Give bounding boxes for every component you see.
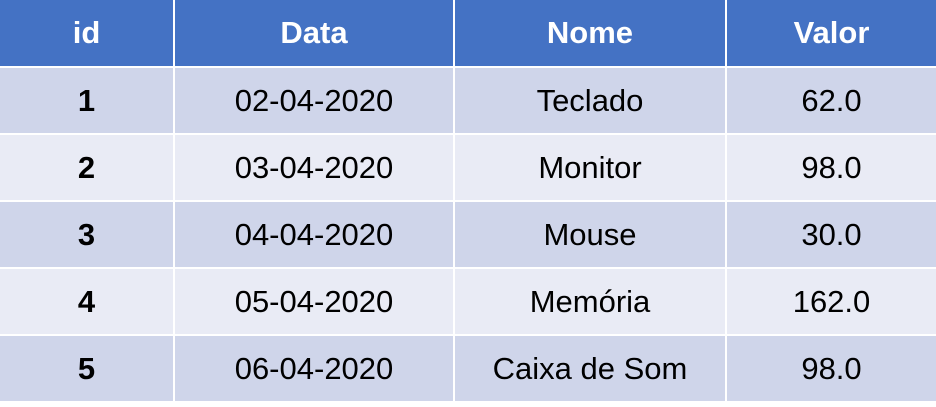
- table-row: 4 05-04-2020 Memória 162.0: [0, 267, 936, 336]
- table-body: 1 02-04-2020 Teclado 62.0 2 03-04-2020 M…: [0, 66, 936, 403]
- table-row: 3 04-04-2020 Mouse 30.0: [0, 200, 936, 269]
- column-header-valor: Valor: [725, 0, 936, 68]
- cell-id: 5: [0, 334, 175, 403]
- cell-id: 1: [0, 66, 175, 135]
- cell-data: 06-04-2020: [173, 334, 455, 403]
- cell-nome: Caixa de Som: [453, 334, 727, 403]
- cell-id: 3: [0, 200, 175, 269]
- cell-valor: 62.0: [725, 66, 936, 135]
- cell-nome: Teclado: [453, 66, 727, 135]
- cell-valor: 30.0: [725, 200, 936, 269]
- cell-id: 2: [0, 133, 175, 202]
- cell-nome: Mouse: [453, 200, 727, 269]
- table-row: 1 02-04-2020 Teclado 62.0: [0, 66, 936, 135]
- cell-valor: 98.0: [725, 133, 936, 202]
- cell-nome: Monitor: [453, 133, 727, 202]
- cell-data: 04-04-2020: [173, 200, 455, 269]
- column-header-data: Data: [173, 0, 455, 68]
- cell-id: 4: [0, 267, 175, 336]
- cell-data: 03-04-2020: [173, 133, 455, 202]
- data-table: id Data Nome Valor 1 02-04-2020 Teclado …: [0, 0, 936, 403]
- table-header: id Data Nome Valor: [0, 0, 936, 68]
- column-header-nome: Nome: [453, 0, 727, 68]
- cell-valor: 98.0: [725, 334, 936, 403]
- cell-valor: 162.0: [725, 267, 936, 336]
- table-row: 5 06-04-2020 Caixa de Som 98.0: [0, 334, 936, 403]
- header-row: id Data Nome Valor: [0, 0, 936, 68]
- cell-nome: Memória: [453, 267, 727, 336]
- data-table-container: id Data Nome Valor 1 02-04-2020 Teclado …: [0, 0, 936, 407]
- cell-data: 02-04-2020: [173, 66, 455, 135]
- column-header-id: id: [0, 0, 175, 68]
- table-row: 2 03-04-2020 Monitor 98.0: [0, 133, 936, 202]
- cell-data: 05-04-2020: [173, 267, 455, 336]
